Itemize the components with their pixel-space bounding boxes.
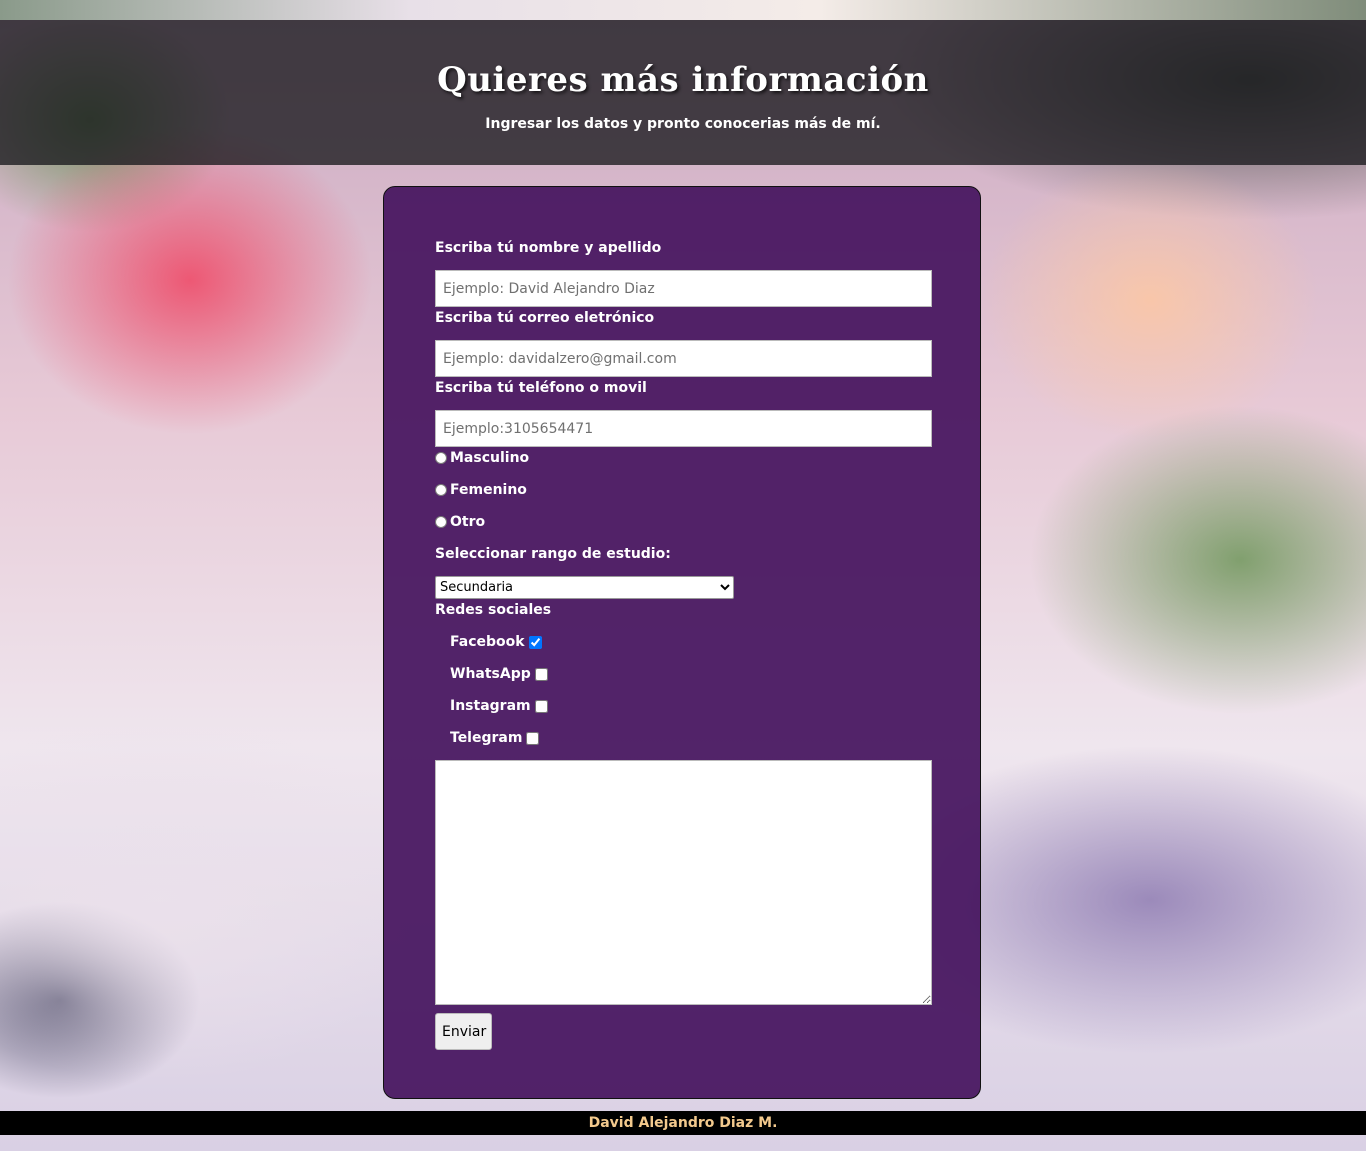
gender-label: Otro	[450, 514, 486, 530]
page-title: Quieres más información	[437, 60, 929, 100]
phone-input[interactable]	[435, 410, 932, 447]
gender-option-femenino[interactable]: Femenino	[435, 482, 527, 498]
social-option-telegram[interactable]: Telegram	[450, 730, 540, 746]
gender-radio[interactable]	[435, 484, 447, 496]
gender-radio[interactable]	[435, 516, 447, 528]
background-image-top	[0, 0, 1366, 20]
gender-label: Masculino	[450, 450, 530, 466]
footer-author: David Alejandro Diaz M.	[588, 1115, 778, 1131]
page-header: Quieres más información Ingresar los dat…	[0, 20, 1366, 165]
study-select[interactable]: Secundaria	[435, 576, 734, 599]
instagram-checkbox[interactable]	[534, 699, 548, 713]
social-label-text: WhatsApp	[450, 666, 531, 682]
gender-option-otro[interactable]: Otro	[435, 514, 485, 530]
social-label-text: Instagram	[450, 698, 531, 714]
social-option-instagram[interactable]: Instagram	[450, 698, 548, 714]
telegram-checkbox[interactable]	[526, 731, 540, 745]
gender-label: Femenino	[450, 482, 527, 498]
name-label: Escriba tú nombre y apellido	[435, 240, 662, 256]
name-input[interactable]	[435, 270, 932, 307]
submit-button[interactable]: Enviar	[435, 1013, 492, 1050]
study-label: Seleccionar rango de estudio:	[435, 546, 671, 562]
social-label-text: Telegram	[450, 730, 523, 746]
gender-option-masculino[interactable]: Masculino	[435, 450, 529, 466]
message-textarea[interactable]	[435, 760, 932, 1005]
gender-radio[interactable]	[435, 452, 447, 464]
whatsapp-checkbox[interactable]	[534, 667, 548, 681]
social-label: Redes sociales	[435, 602, 552, 618]
phone-label: Escriba tú teléfono o movil	[435, 380, 647, 396]
facebook-checkbox[interactable]	[528, 635, 542, 649]
social-option-facebook[interactable]: Facebook	[450, 634, 542, 650]
social-label-text: Facebook	[450, 634, 525, 650]
contact-form: Escriba tú nombre y apellido Escriba tú …	[383, 186, 981, 1099]
social-option-whatsapp[interactable]: WhatsApp	[450, 666, 548, 682]
email-input[interactable]	[435, 340, 932, 377]
page-footer: David Alejandro Diaz M.	[0, 1111, 1366, 1135]
page-subtitle: Ingresar los datos y pronto conocerias m…	[485, 116, 881, 132]
email-label: Escriba tú correo eletrónico	[435, 310, 655, 326]
